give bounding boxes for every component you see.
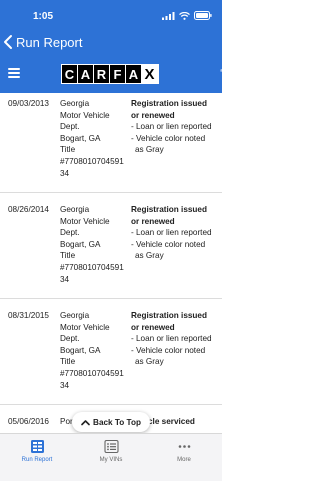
carfax-logo: C A R F A X ® xyxy=(61,64,223,84)
tab-run-report[interactable]: Run Report xyxy=(7,439,67,463)
more-dots-icon xyxy=(178,445,190,448)
tab-more-label: More xyxy=(177,457,191,463)
trademark-mark: ® xyxy=(220,68,223,73)
back-button-label: Run Report xyxy=(16,34,83,50)
record-comments: Registration issued or renewed - Loan or… xyxy=(131,311,212,367)
status-bar: 1:05 xyxy=(0,0,222,26)
history-records: 09/03/2013 Georgia Motor Vehicle Dept. B… xyxy=(0,93,222,433)
status-time: 1:05 xyxy=(33,11,54,22)
status-icons xyxy=(162,11,212,20)
chevron-left-icon xyxy=(4,35,12,49)
record-source: Georgia Motor Vehicle Dept. Bogart, GA T… xyxy=(60,205,124,284)
app-header: 1:05 Run Report C A R F A X ® xyxy=(0,0,223,93)
back-to-top-button[interactable]: Back To Top xyxy=(72,412,150,432)
record-date: 08/31/2015 xyxy=(8,311,49,320)
battery-icon xyxy=(194,11,212,20)
record-comments: cle serviced xyxy=(148,417,195,426)
brand-bar: C A R F A X ® xyxy=(0,58,223,90)
wifi-icon xyxy=(179,11,190,20)
record-date: 05/06/2016 xyxy=(8,417,49,426)
list-icon xyxy=(103,439,119,454)
tab-my-vins[interactable]: My VINs xyxy=(81,439,141,463)
record-comments: Registration issued or renewed - Loan or… xyxy=(131,99,212,155)
menu-icon[interactable] xyxy=(8,68,20,78)
record-date: 09/03/2013 xyxy=(8,99,49,108)
back-button[interactable]: Run Report xyxy=(2,31,82,53)
record-divider xyxy=(0,192,222,193)
record-divider xyxy=(0,298,222,299)
record-date: 08/26/2014 xyxy=(8,205,49,214)
tab-my-vins-label: My VINs xyxy=(99,457,123,463)
record-source: Georgia Motor Vehicle Dept. Bogart, GA T… xyxy=(60,311,124,390)
run-report-icon xyxy=(30,440,44,453)
back-to-top-label: Back To Top xyxy=(93,417,141,427)
tab-bar: Run Report My VINs More xyxy=(0,433,222,481)
chevron-up-icon xyxy=(81,419,90,425)
tab-more[interactable]: More xyxy=(154,439,214,463)
record-divider xyxy=(0,404,222,405)
tab-run-report-label: Run Report xyxy=(21,457,53,463)
record-source: Georgia Motor Vehicle Dept. Bogart, GA T… xyxy=(60,99,124,178)
nav-bar: Run Report xyxy=(0,27,222,55)
signal-icon xyxy=(162,11,175,20)
record-comments: Registration issued or renewed - Loan or… xyxy=(131,205,212,261)
